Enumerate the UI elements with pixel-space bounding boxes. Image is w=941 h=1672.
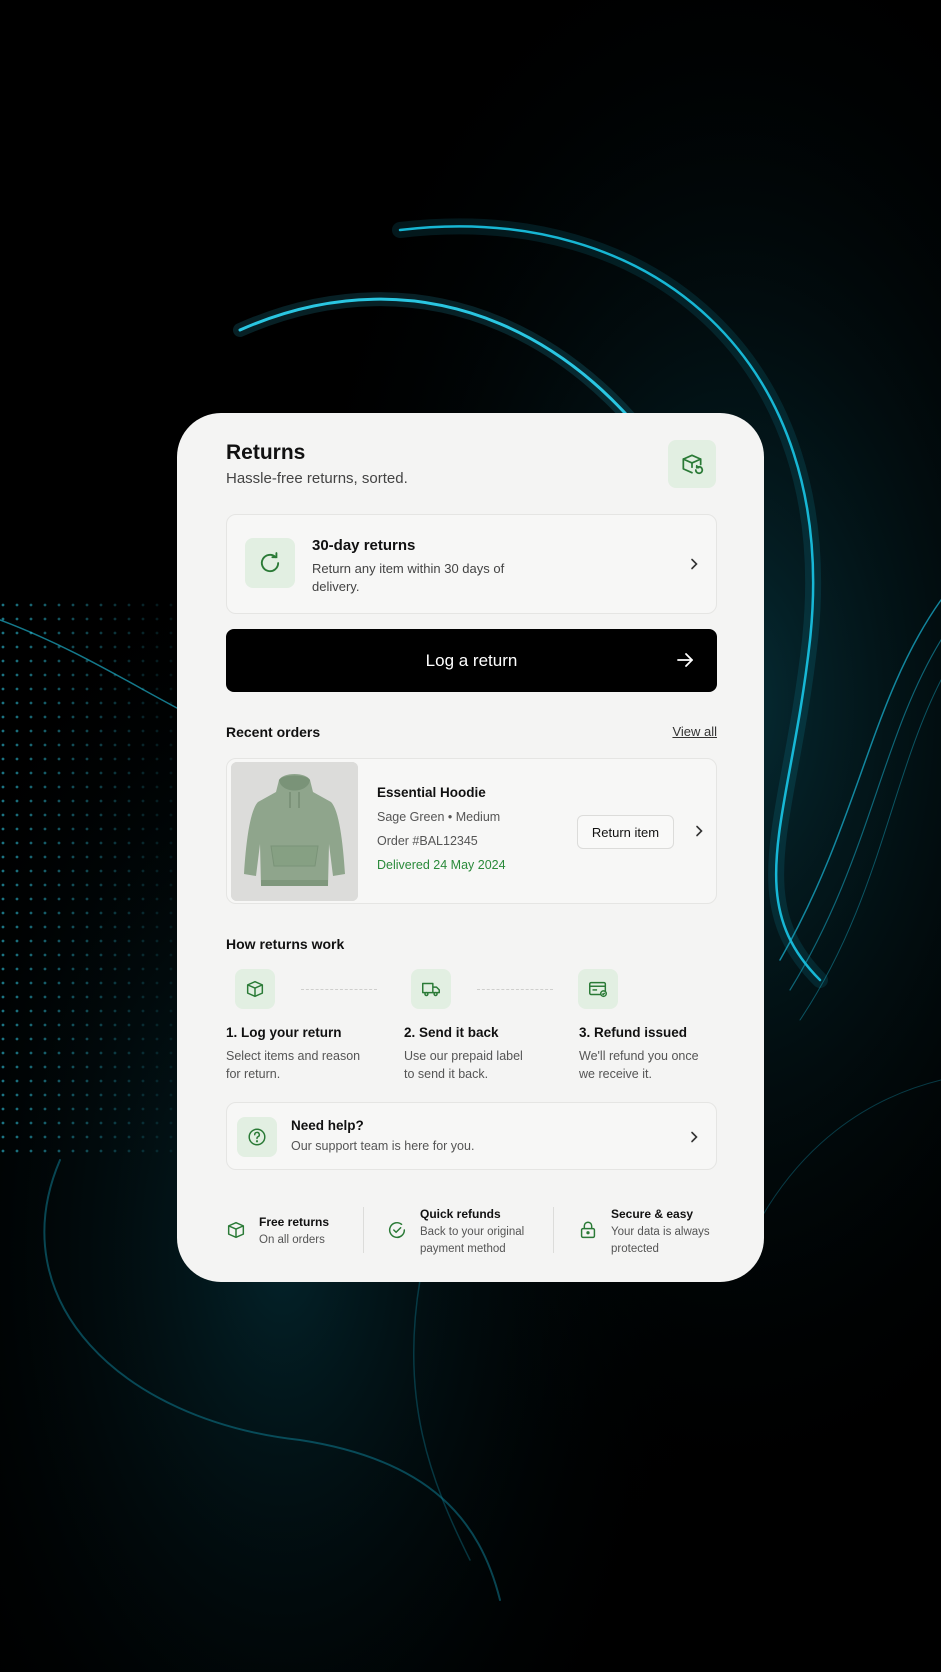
product-image [231, 762, 358, 901]
divider [553, 1207, 554, 1253]
refresh-icon [245, 538, 295, 588]
log-return-label: Log a return [425, 650, 518, 670]
step-connector [301, 989, 377, 990]
page-subtitle: Hassle-free returns, sorted. [226, 470, 408, 487]
product-name: Essential Hoodie [377, 785, 486, 800]
recent-orders-title: Recent orders [226, 724, 321, 740]
help-circle-icon [237, 1117, 277, 1157]
feature-secure-title: Secure & easy [611, 1207, 694, 1221]
order-number: Order #BAL12345 [377, 834, 478, 848]
step-1-text: Select items and reason for return. [226, 1049, 361, 1081]
step-connector [477, 989, 553, 990]
return-box-icon[interactable] [668, 440, 716, 488]
step-2-title: 2. Send it back [404, 1025, 499, 1040]
log-return-button[interactable]: Log a return [226, 629, 717, 692]
lock-icon [580, 1221, 596, 1239]
arrow-right-icon [677, 653, 693, 667]
step-2-text: Use our prepaid label to send it back. [404, 1049, 523, 1081]
feature-free-returns-title: Free returns [259, 1215, 330, 1229]
box-icon [235, 969, 275, 1009]
feature-quick-refunds-title: Quick refunds [420, 1207, 501, 1221]
page-title: Returns [226, 441, 306, 464]
how-returns-work-title: How returns work [226, 936, 345, 952]
card-icon [578, 969, 618, 1009]
step-3-text: We'll refund you once we receive it. [579, 1049, 699, 1081]
chevron-right-icon [691, 1131, 698, 1143]
product-variant: Sage Green • Medium [377, 810, 501, 824]
returns-card: Returns Hassle-free returns, sorted. 30-… [177, 413, 764, 1282]
feature-free-returns-text: On all orders [259, 1234, 325, 1246]
chevron-right-icon [691, 558, 698, 570]
view-all-link[interactable]: View all [672, 724, 717, 739]
divider [363, 1207, 364, 1253]
thirty-day-returns-banner[interactable]: 30-day returns Return any item within 30… [226, 514, 717, 614]
chevron-right-icon[interactable] [692, 824, 706, 838]
step-1-title: 1. Log your return [226, 1025, 342, 1040]
feature-quick-refunds-text: Back to your original payment method [420, 1226, 525, 1255]
promo-text: Return any item within 30 days of delive… [312, 561, 505, 594]
help-title: Need help? [291, 1118, 364, 1133]
need-help-panel[interactable]: Need help? Our support team is here for … [226, 1102, 717, 1170]
step-3-title: 3. Refund issued [579, 1025, 688, 1040]
order-card[interactable]: Essential Hoodie Sage Green • Medium Ord… [226, 758, 717, 904]
box-icon [227, 1221, 245, 1239]
check-circle-icon [389, 1221, 406, 1239]
return-item-button[interactable]: Return item [577, 815, 674, 849]
delivery-status: Delivered 24 May 2024 [377, 858, 506, 872]
truck-icon [411, 969, 451, 1009]
feature-secure-text: Your data is always protected [611, 1226, 710, 1255]
promo-title: 30-day returns [312, 537, 416, 554]
help-text: Our support team is here for you. [291, 1139, 475, 1153]
